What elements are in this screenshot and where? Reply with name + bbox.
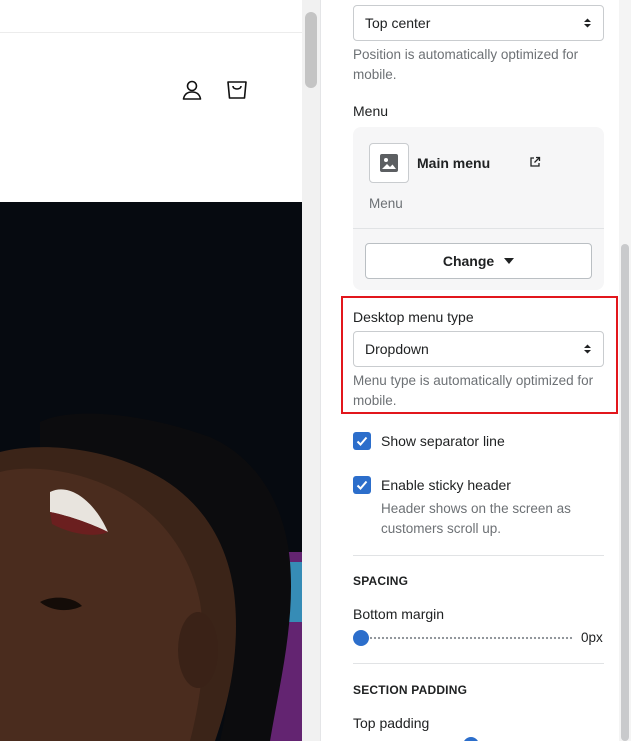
highlight-box: [341, 296, 618, 414]
account-icon[interactable]: [180, 78, 204, 102]
bottom-margin-value: 0px: [581, 630, 603, 645]
menu-label: Menu: [353, 103, 389, 119]
preview-scrollbar[interactable]: [302, 0, 320, 741]
section-divider: [353, 555, 604, 556]
panel-scrollbar[interactable]: [619, 0, 631, 741]
menu-card-divider: [353, 228, 604, 229]
spacing-heading: SPACING: [353, 574, 409, 588]
change-button-label: Change: [442, 253, 495, 269]
sticky-header-checkbox[interactable]: [353, 476, 371, 494]
dropdown-arrow-icon: [504, 258, 515, 264]
header-position-value: Top center: [365, 15, 431, 31]
bottom-margin-slider-track[interactable]: [361, 636, 573, 640]
separator-checkbox[interactable]: [353, 432, 371, 450]
section-padding-heading: SECTION PADDING: [353, 683, 468, 697]
bottom-margin-slider-handle[interactable]: [353, 630, 369, 646]
top-padding-slider-handle[interactable]: [463, 737, 479, 741]
external-link-icon[interactable]: [529, 156, 541, 168]
preview-divider: [0, 32, 302, 33]
cart-icon[interactable]: [225, 78, 249, 102]
menu-picker-card: Main menu Menu Change: [353, 127, 604, 290]
panel-scrollbar-thumb[interactable]: [621, 244, 629, 741]
section-divider: [353, 663, 604, 664]
storefront-preview: [0, 0, 302, 741]
header-position-help: Position is automatically optimized for …: [353, 47, 579, 82]
bottom-margin-label: Bottom margin: [353, 606, 445, 622]
menu-name-link[interactable]: Main menu: [417, 155, 490, 171]
sticky-header-label[interactable]: Enable sticky header: [381, 477, 511, 493]
hero-image: [0, 202, 302, 741]
top-padding-label: Top padding: [353, 715, 430, 731]
preview-scrollbar-thumb[interactable]: [305, 12, 317, 88]
change-menu-button[interactable]: Change: [365, 243, 592, 279]
header-position-select[interactable]: Top center: [353, 5, 604, 41]
image-icon: [369, 143, 409, 183]
sticky-header-help: Header shows on the screen as customers …: [381, 501, 571, 536]
menu-subtitle: Menu: [369, 196, 403, 211]
separator-label[interactable]: Show separator line: [381, 433, 505, 449]
select-caret-icon: [583, 17, 592, 29]
